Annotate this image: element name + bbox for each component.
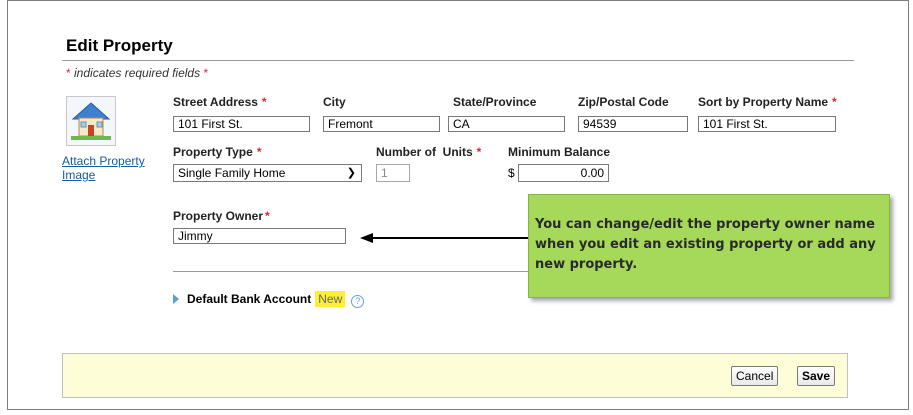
street-address-label-text: Street Address	[173, 95, 258, 109]
callout-note: You can change/edit the property owner n…	[528, 194, 890, 298]
cancel-button[interactable]: Cancel	[731, 366, 779, 386]
house-icon[interactable]	[66, 96, 116, 146]
sort-name-label-text: Sort by Property Name	[698, 95, 829, 109]
required-mark: *	[832, 95, 837, 109]
sort-name-label: Sort by Property Name *	[698, 95, 837, 109]
state-input[interactable]: CA	[448, 116, 565, 132]
required-mark: *	[476, 145, 482, 159]
property-type-value: Single Family Home	[178, 166, 286, 180]
property-type-select[interactable]: Single Family Home ❯	[173, 164, 362, 182]
save-button[interactable]: Save	[797, 366, 836, 386]
required-mark: *	[261, 95, 267, 109]
required-mark: *	[265, 209, 270, 223]
default-bank-account-toggle[interactable]: Default Bank Account New?	[173, 291, 365, 308]
city-label: City	[323, 95, 346, 109]
attach-property-image-link[interactable]: Attach Property Image	[62, 154, 162, 182]
title-divider	[62, 60, 854, 61]
required-fields-note: * indicates required fields *	[66, 66, 208, 80]
page-title: Edit Property	[66, 36, 173, 55]
expand-triangle-icon	[173, 294, 179, 304]
section-divider	[173, 271, 528, 272]
required-mark: *	[66, 66, 71, 80]
currency-symbol: $	[508, 166, 515, 180]
state-label: State/Province	[453, 95, 537, 109]
property-owner-label: Property Owner *	[173, 209, 270, 223]
min-balance-input[interactable]: 0.00	[518, 164, 609, 182]
street-address-label: Street Address *	[173, 95, 267, 109]
city-input[interactable]: Fremont	[323, 116, 440, 132]
zip-input[interactable]: 94539	[578, 116, 688, 132]
street-address-input[interactable]: 101 First St.	[173, 116, 310, 132]
callout-arrow	[360, 233, 528, 243]
min-balance-label: Minimum Balance	[508, 145, 611, 159]
property-owner-label-text: Property Owner	[173, 209, 264, 223]
new-badge: New	[315, 291, 346, 307]
required-mark: *	[203, 66, 209, 80]
property-type-label-text: Property Type	[173, 145, 253, 159]
units-input[interactable]: 1	[376, 164, 410, 182]
units-label: Number of Units *	[376, 145, 481, 159]
required-mark: *	[256, 145, 262, 159]
sort-name-input[interactable]: 101 First St.	[698, 116, 836, 132]
help-icon[interactable]: ?	[351, 295, 365, 308]
chevron-down-icon: ❯	[346, 167, 356, 179]
property-type-label: Property Type *	[173, 145, 261, 159]
property-owner-input[interactable]: Jimmy	[173, 228, 346, 244]
zip-label: Zip/Postal Code	[578, 95, 669, 109]
required-note-text: indicates required fields	[74, 66, 201, 80]
units-label-text: Number of Units	[376, 145, 473, 159]
default-bank-account-label: Default Bank Account	[187, 292, 312, 306]
